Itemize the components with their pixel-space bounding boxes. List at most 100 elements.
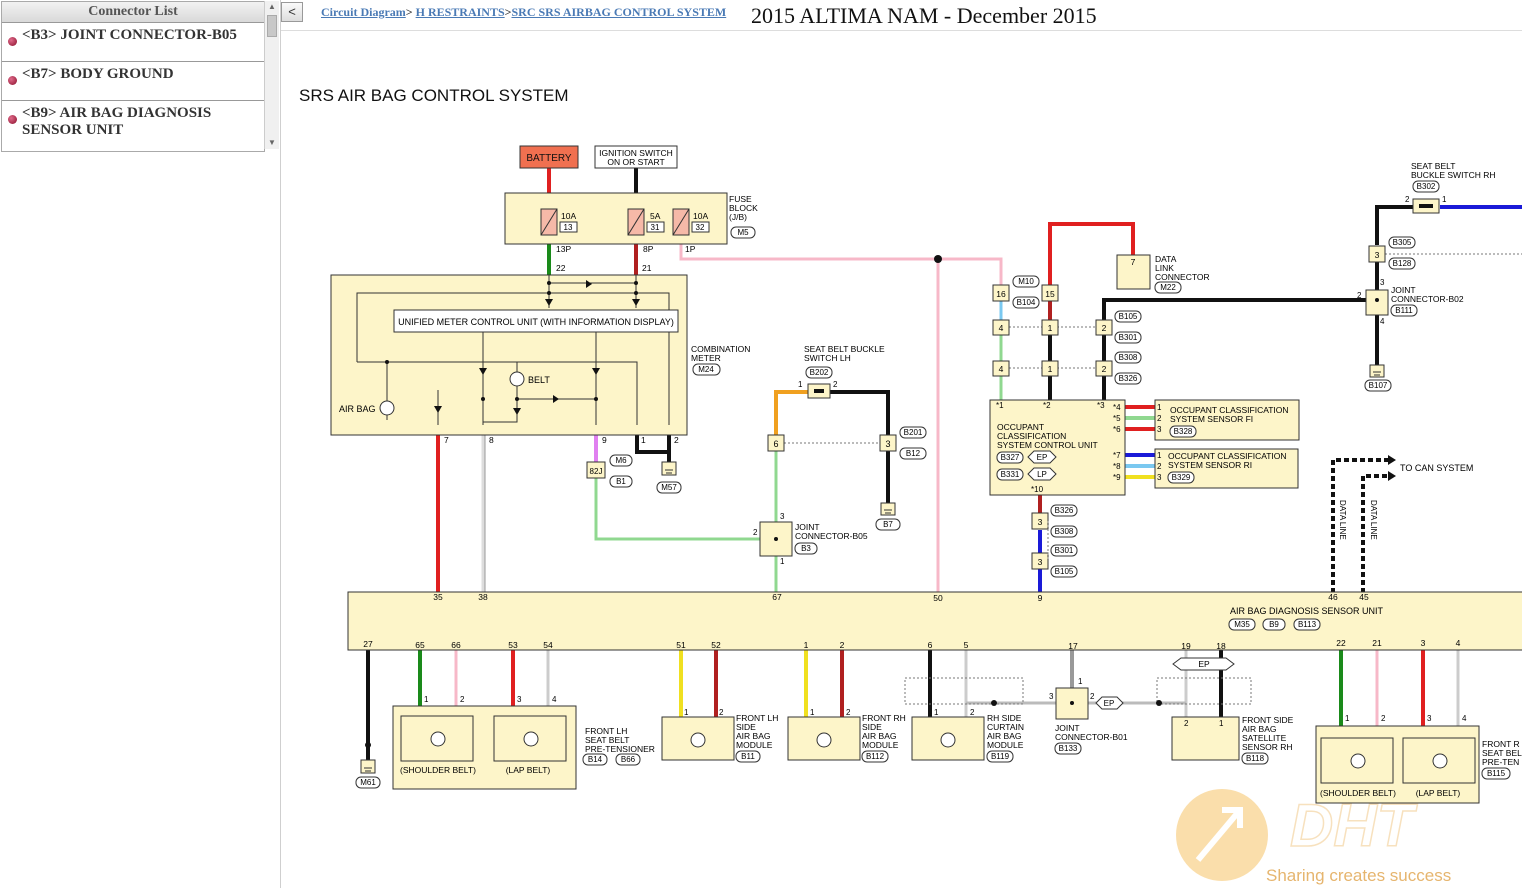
svg-text:3: 3 — [780, 512, 785, 521]
svg-text:5A: 5A — [650, 211, 661, 221]
ground-icon-b7 — [880, 502, 896, 516]
diagram-panel: < Circuit Diagram> H RESTRAINTS>SRC SRS … — [281, 0, 1522, 888]
svg-text:27: 27 — [363, 639, 373, 649]
ep-tag: EP — [1198, 659, 1210, 669]
fuse-block-label-3: (J/B) — [729, 212, 747, 222]
bullet-icon — [8, 76, 17, 85]
pin-2: 2 — [674, 435, 679, 445]
arrow-icon — [1388, 471, 1396, 481]
svg-text:1: 1 — [424, 695, 429, 704]
scroll-thumb[interactable] — [267, 15, 277, 37]
svg-text:10A: 10A — [693, 211, 708, 221]
seat-buckle-lh-label-2: SWITCH LH — [804, 353, 851, 363]
svg-text:10A: 10A — [561, 211, 576, 221]
breadcrumb-separator: > — [405, 5, 413, 19]
svg-text:38: 38 — [478, 592, 488, 602]
svg-text:2: 2 — [1102, 323, 1107, 333]
breadcrumb-srs-system[interactable]: SRC SRS AIRBAG CONTROL SYSTEM — [511, 5, 726, 19]
svg-text:2: 2 — [1157, 462, 1162, 471]
svg-text:21: 21 — [1372, 638, 1382, 648]
ep-tag: EP — [1037, 453, 1048, 462]
breadcrumb: Circuit Diagram> H RESTRAINTS>SRC SRS AI… — [321, 5, 726, 20]
pin-15: 15 — [1045, 289, 1055, 299]
svg-text:5: 5 — [964, 640, 969, 650]
airbag-lamp-icon — [379, 400, 395, 416]
collapse-panel-button[interactable]: < — [281, 2, 303, 22]
breadcrumb-h-restraints[interactable]: H RESTRAINTS — [416, 5, 505, 19]
connector-item-b9[interactable]: <B9> AIR BAG DIAGNOSIS SENSOR UNIT — [2, 101, 264, 151]
breadcrumb-circuit-diagram[interactable]: Circuit Diagram — [321, 5, 406, 19]
svg-text:35: 35 — [433, 592, 443, 602]
svg-text:4: 4 — [1456, 638, 1461, 648]
svg-text:1: 1 — [1048, 364, 1053, 374]
arrow-icon — [1388, 455, 1396, 465]
svg-text:1: 1 — [810, 708, 815, 717]
connector-b66: B66 — [621, 755, 636, 764]
connector-list[interactable]: Connector List <B3> JOINT CONNECTOR-B05 … — [1, 1, 265, 152]
occ-pin-9: *9 — [1113, 473, 1121, 482]
data-line-label-1: DATA LINE — [1338, 500, 1347, 540]
belt-label: BELT — [528, 375, 550, 385]
svg-text:3: 3 — [1421, 638, 1426, 648]
connector-m35: M35 — [1234, 620, 1250, 629]
joint-b01-label-2: CONNECTOR-B01 — [1055, 732, 1128, 742]
connector-b1: B1 — [616, 477, 626, 486]
satellite-label-4: SENSOR RH — [1242, 742, 1293, 752]
connector-b111: B111 — [1395, 306, 1413, 315]
connector-b3: B3 — [801, 544, 811, 553]
svg-text:3: 3 — [517, 695, 522, 704]
svg-text:3: 3 — [1049, 692, 1054, 701]
connector-b308: B308 — [1055, 527, 1074, 536]
rh-curtain-label-4: MODULE — [987, 740, 1024, 750]
svg-text:13P: 13P — [556, 244, 571, 254]
connector-b105: B105 — [1119, 312, 1138, 321]
svg-text:2: 2 — [1357, 291, 1362, 300]
pin-3: 3 — [1038, 517, 1043, 527]
pin-22: 22 — [556, 263, 566, 273]
connector-b118: B118 — [1246, 754, 1265, 763]
squib-icon — [1432, 753, 1448, 769]
pin-1: 1 — [641, 435, 646, 445]
connector-list-scrollbar[interactable]: ▲ ▼ — [264, 1, 279, 149]
svg-text:32: 32 — [696, 223, 705, 232]
connector-b115: B115 — [1487, 769, 1506, 778]
squib-icon — [1350, 753, 1366, 769]
connector-b331: B331 — [1001, 470, 1020, 479]
svg-text:1: 1 — [1442, 195, 1447, 204]
ground-icon-m61 — [360, 759, 376, 774]
connector-item-b3[interactable]: <B3> JOINT CONNECTOR-B05 — [2, 23, 264, 62]
svg-text:18: 18 — [1216, 641, 1226, 651]
svg-text:4: 4 — [999, 364, 1004, 374]
pin-16: 16 — [996, 289, 1006, 299]
scroll-down-arrow-icon[interactable]: ▼ — [265, 137, 279, 149]
connector-b7: B7 — [883, 520, 893, 529]
connector-item-label: <B9> AIR BAG DIAGNOSIS — [22, 105, 212, 121]
lap-belt-label: (LAP BELT) — [1416, 788, 1461, 798]
diagram-title: SRS AIR BAG CONTROL SYSTEM — [299, 86, 569, 105]
bullet-icon — [8, 37, 17, 46]
connector-item-b7[interactable]: <B7> BODY GROUND — [2, 62, 264, 101]
connector-list-header: Connector List — [2, 2, 264, 23]
bullet-icon — [8, 115, 17, 124]
svg-text:8P: 8P — [643, 244, 654, 254]
pin-21: 21 — [642, 263, 652, 273]
connector-m10: M10 — [1018, 277, 1034, 286]
scroll-up-arrow-icon[interactable]: ▲ — [265, 1, 279, 13]
svg-text:1: 1 — [1157, 451, 1162, 460]
belt-lamp-icon — [509, 371, 525, 387]
svg-text:2: 2 — [460, 695, 465, 704]
svg-text:1: 1 — [684, 708, 689, 717]
ground-icon-b107 — [1369, 364, 1385, 378]
svg-text:22: 22 — [1336, 638, 1346, 648]
joint-b05-label-2: CONNECTOR-B05 — [795, 531, 868, 541]
lp-tag: LP — [1037, 470, 1047, 479]
lap-belt-label: (LAP BELT) — [506, 765, 551, 775]
pin-9: 9 — [602, 435, 607, 445]
svg-text:54: 54 — [543, 640, 553, 650]
svg-text:1P: 1P — [685, 244, 696, 254]
connector-b12: B12 — [906, 449, 921, 458]
connector-b326: B326 — [1119, 374, 1138, 383]
svg-text:2: 2 — [840, 640, 845, 650]
occ-pin-1: *1 — [996, 401, 1004, 410]
connector-b105: B105 — [1055, 567, 1074, 576]
